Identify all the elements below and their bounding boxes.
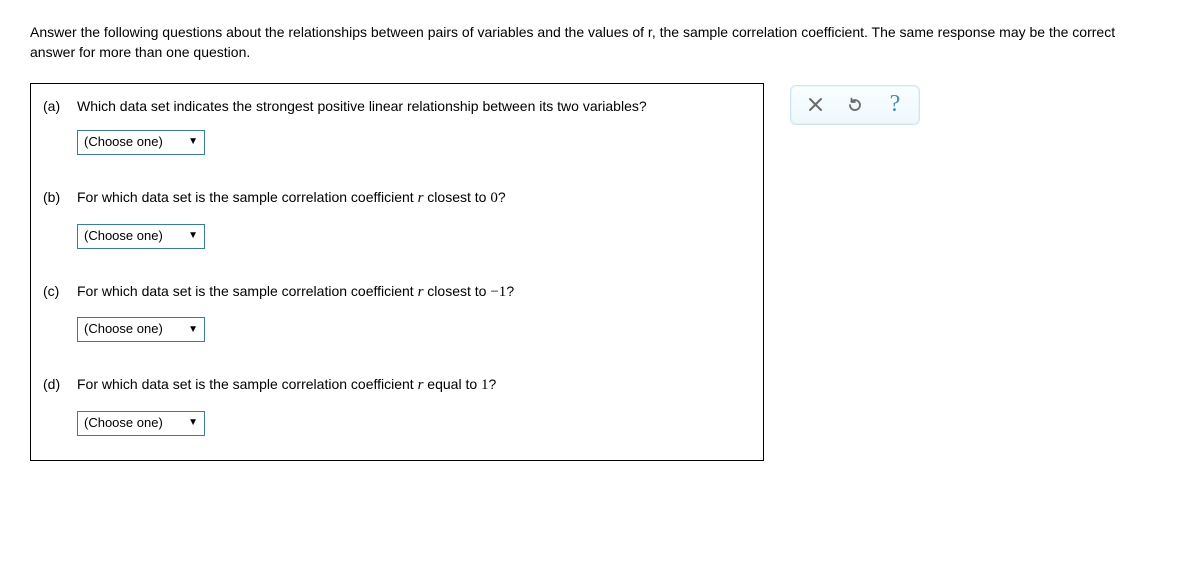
question-c-text: For which data set is the sample correla… xyxy=(77,281,751,304)
question-box: (a) Which data set indicates the stronge… xyxy=(30,83,764,462)
instructions-text: Answer the following questions about the… xyxy=(30,22,1162,63)
clear-button[interactable] xyxy=(795,88,835,122)
dropdown-a[interactable]: (Choose one) ▼ xyxy=(77,130,205,155)
question-a-label: (a) xyxy=(43,96,77,155)
chevron-down-icon: ▼ xyxy=(188,416,198,431)
question-c: (c) For which data set is the sample cor… xyxy=(31,259,763,353)
reset-icon xyxy=(846,96,864,114)
question-a-text: Which data set indicates the strongest p… xyxy=(77,96,751,116)
help-icon: ? xyxy=(890,87,901,122)
question-b: (b) For which data set is the sample cor… xyxy=(31,165,763,259)
question-b-text: For which data set is the sample correla… xyxy=(77,187,751,210)
question-b-label: (b) xyxy=(43,187,77,249)
dropdown-c-label: (Choose one) xyxy=(84,320,163,339)
dropdown-d-label: (Choose one) xyxy=(84,414,163,433)
dropdown-d[interactable]: (Choose one) ▼ xyxy=(77,411,205,436)
dropdown-a-label: (Choose one) xyxy=(84,133,163,152)
reset-button[interactable] xyxy=(835,88,875,122)
help-button[interactable]: ? xyxy=(875,88,915,122)
question-d: (d) For which data set is the sample cor… xyxy=(31,352,763,460)
dropdown-b-label: (Choose one) xyxy=(84,227,163,246)
chevron-down-icon: ▼ xyxy=(188,229,198,244)
question-c-label: (c) xyxy=(43,281,77,343)
dropdown-c[interactable]: (Choose one) ▼ xyxy=(77,317,205,342)
question-a: (a) Which data set indicates the stronge… xyxy=(31,84,763,165)
close-icon xyxy=(808,97,823,112)
chevron-down-icon: ▼ xyxy=(188,323,198,338)
dropdown-b[interactable]: (Choose one) ▼ xyxy=(77,224,205,249)
chevron-down-icon: ▼ xyxy=(188,135,198,150)
content-row: (a) Which data set indicates the stronge… xyxy=(30,83,1162,462)
question-d-label: (d) xyxy=(43,374,77,436)
toolbox: ? xyxy=(790,85,920,125)
question-d-text: For which data set is the sample correla… xyxy=(77,374,751,397)
